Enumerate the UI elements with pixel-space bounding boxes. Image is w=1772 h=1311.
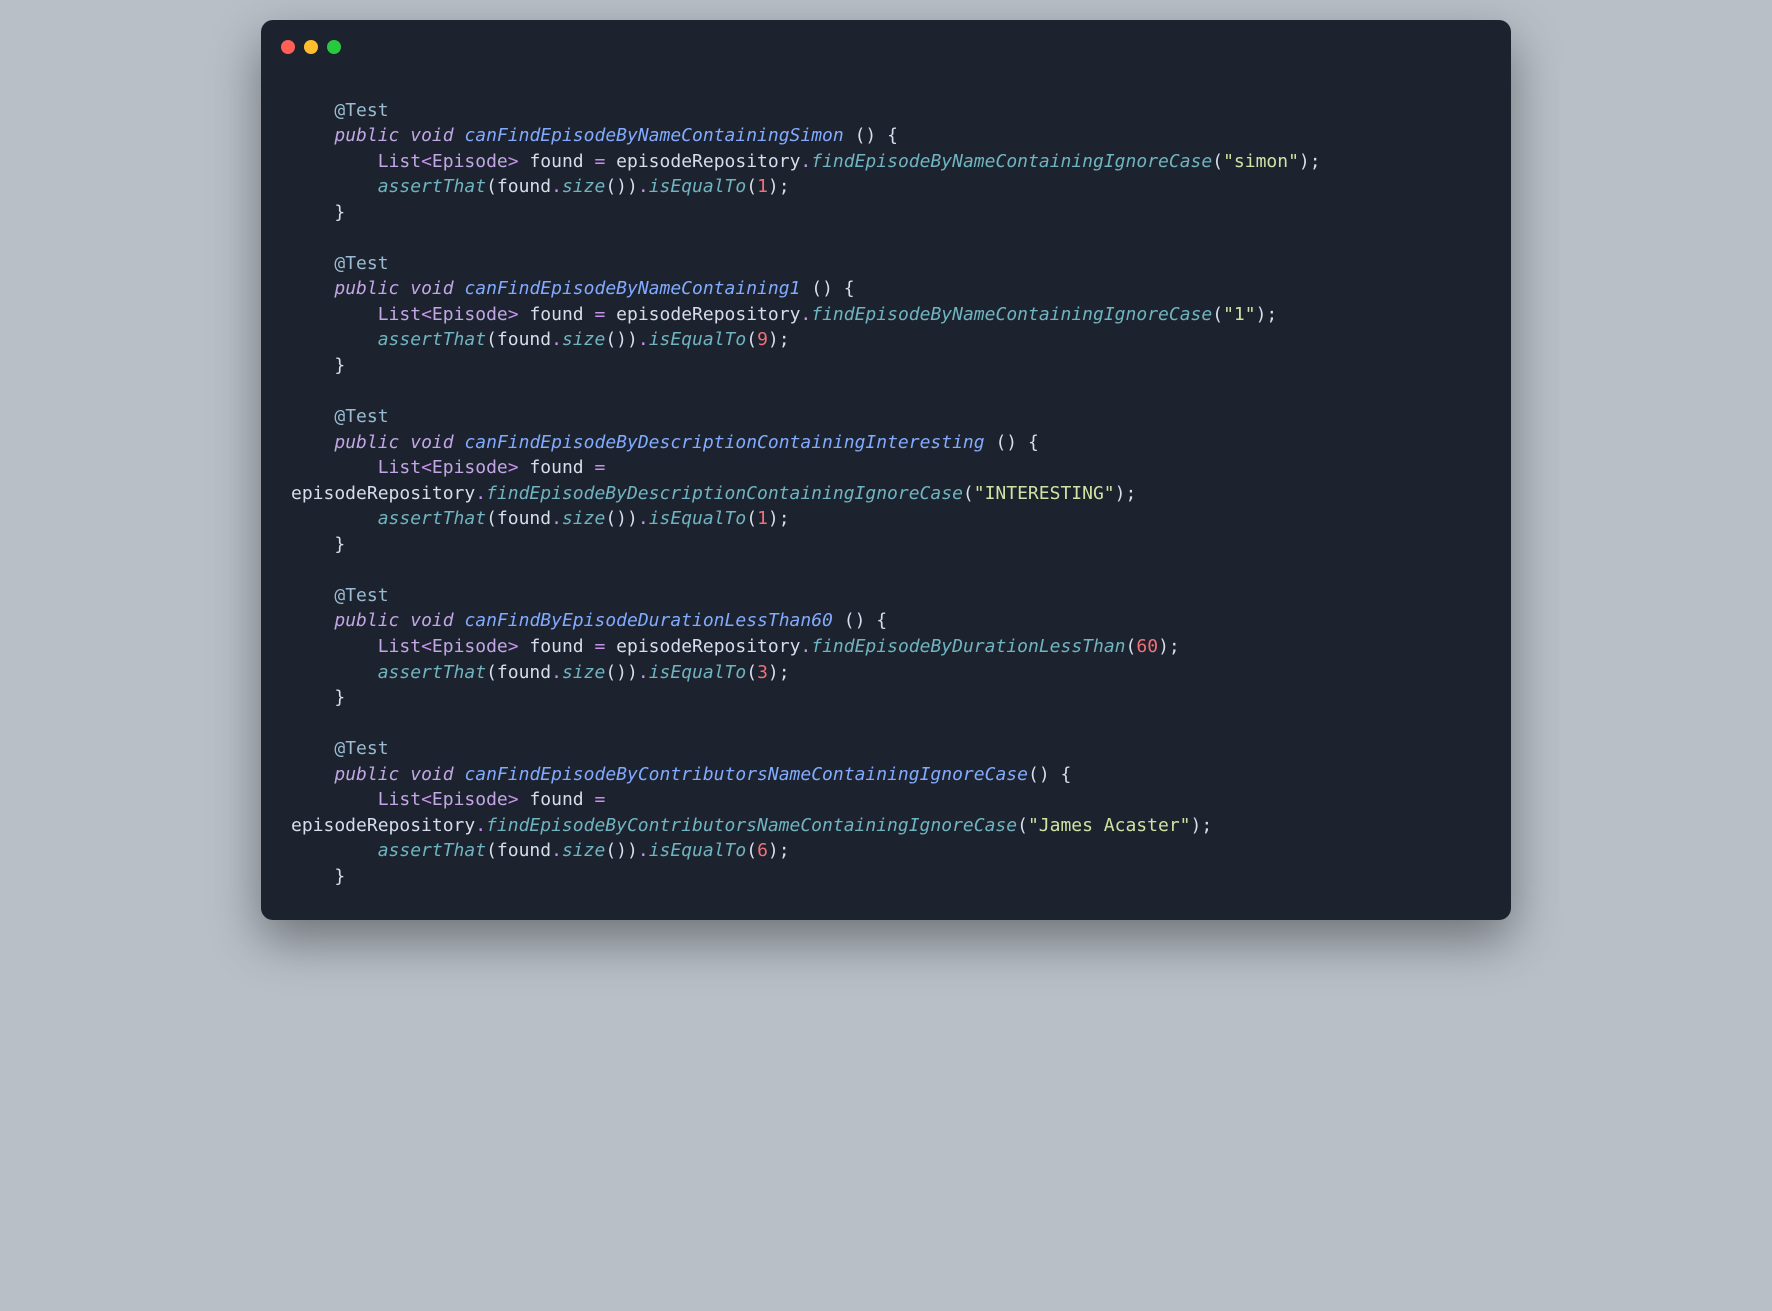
- maximize-icon[interactable]: [327, 40, 341, 54]
- window-titlebar: [261, 40, 1511, 72]
- code-content: @Test public void canFindEpisodeByNameCo…: [261, 72, 1511, 890]
- minimize-icon[interactable]: [304, 40, 318, 54]
- close-icon[interactable]: [281, 40, 295, 54]
- code-window: @Test public void canFindEpisodeByNameCo…: [261, 20, 1511, 920]
